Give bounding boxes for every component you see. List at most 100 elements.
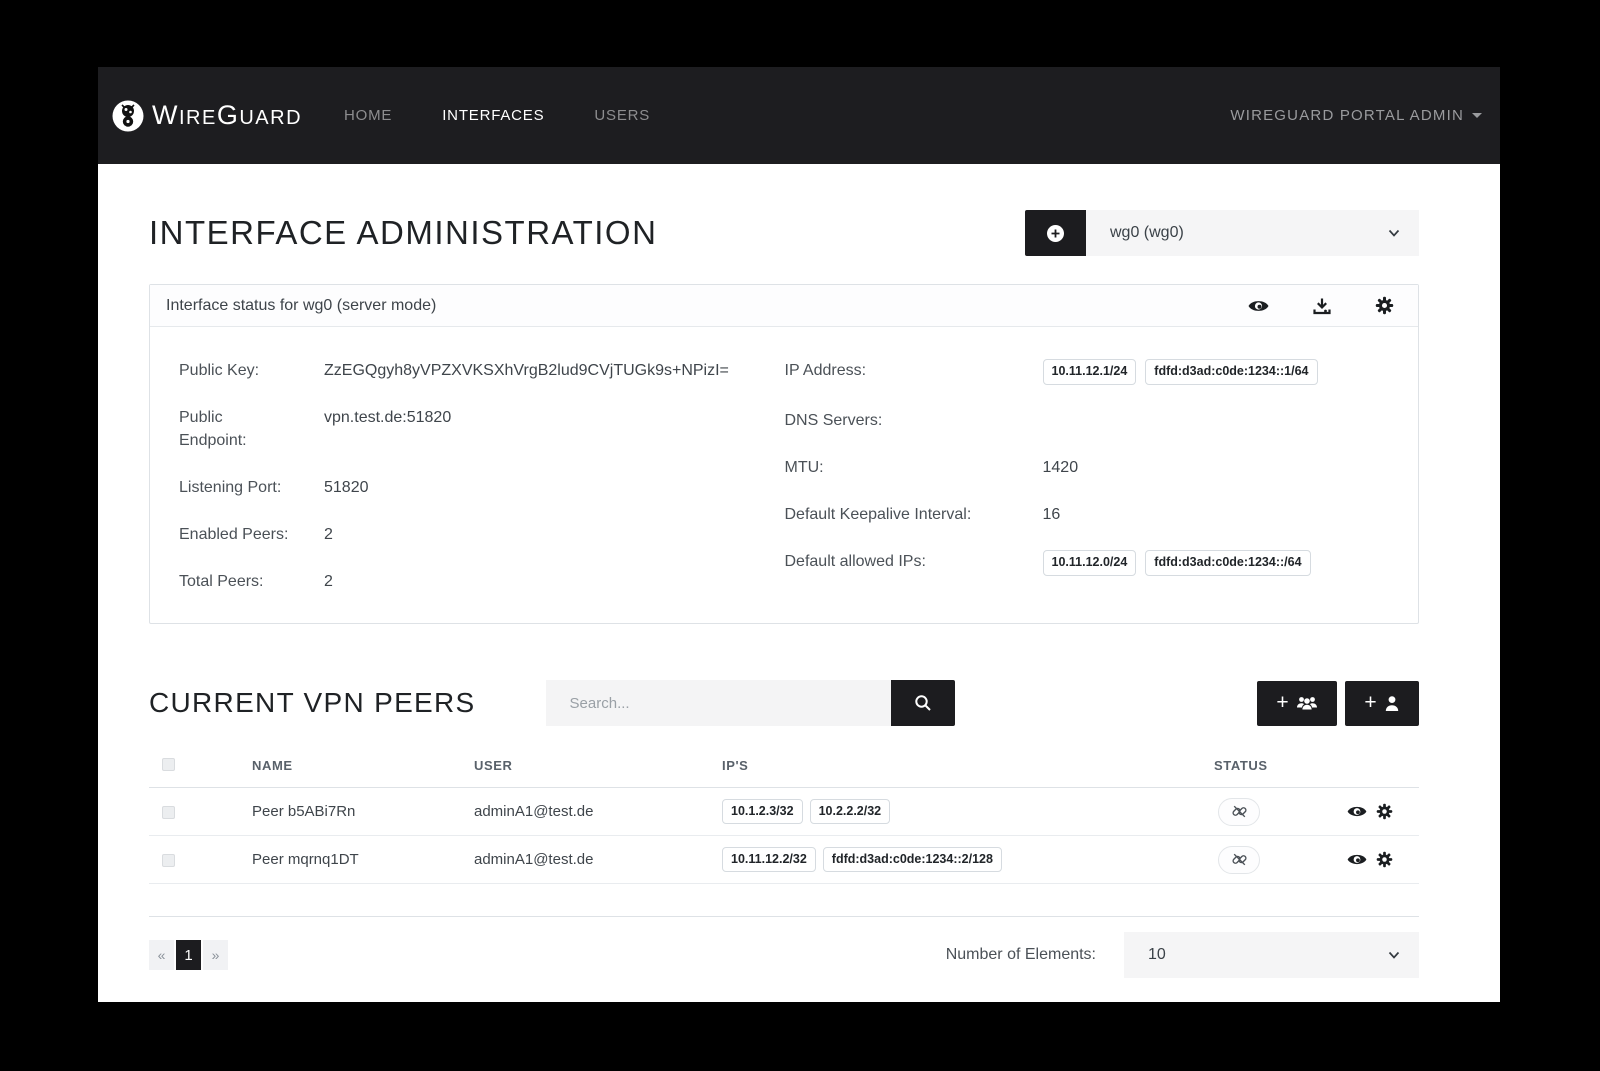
peer-user: adminA1@test.de [474, 803, 722, 820]
ip-badge: 10.2.2.2/32 [810, 799, 891, 825]
interface-field-row: IP Address: 10.11.12.1/24fdfd:d3ad:c0de:… [785, 359, 1391, 385]
eye-icon [1248, 298, 1269, 314]
eye-icon [1347, 852, 1367, 867]
table-controls: « 1 » Number of Elements: 10 [149, 932, 1419, 978]
link-slash-icon [1231, 803, 1248, 820]
brand-text: WIREGUARD [152, 100, 302, 131]
field-value: 2 [324, 570, 333, 593]
elements-count-select[interactable]: 10 [1124, 932, 1419, 978]
nav-item-users[interactable]: USERS [594, 107, 650, 124]
field-value: 10.11.12.1/24 fdfd:d3ad:c0de:1234::1/64 [1043, 359, 1318, 385]
add-interface-button[interactable] [1025, 210, 1086, 256]
row-checkbox[interactable] [162, 854, 175, 867]
col-header-user: USER [474, 758, 722, 773]
peers-header: CURRENT VPN PEERS + [149, 680, 1419, 726]
search-button[interactable] [891, 680, 955, 726]
plus-icon: + [1364, 692, 1376, 713]
brand[interactable]: WIREGUARD [112, 100, 302, 132]
interface-field-row: Enabled Peers: 2 [179, 523, 785, 546]
field-label: Enabled Peers: [179, 523, 324, 546]
ip-badge: fdfd:d3ad:c0de:1234::1/64 [1145, 359, 1317, 385]
table-row: Peer b5ABi7Rn adminA1@test.de 10.1.2.3/3… [149, 788, 1419, 836]
ip-badge: 10.11.12.1/24 [1043, 359, 1137, 385]
view-peer-button[interactable] [1347, 804, 1367, 819]
nav-item-home[interactable]: HOME [344, 107, 392, 124]
col-header-name: NAME [252, 758, 474, 773]
nav-links: HOME INTERFACES USERS [344, 107, 650, 124]
interface-field-row: Public Key: ZzEGQgyh8yVPZXVKSXhVrgB2lud9… [179, 359, 785, 382]
field-label: Total Peers: [179, 570, 324, 593]
pagination-page-1-button[interactable]: 1 [176, 940, 201, 970]
select-all-checkbox[interactable] [162, 758, 175, 771]
col-header-ips: IP'S [722, 758, 1214, 773]
interface-status-card: Interface status for wg0 (server mode) [149, 284, 1419, 624]
field-label: MTU: [785, 456, 1043, 479]
edit-peer-button[interactable] [1376, 803, 1393, 820]
peers-title: CURRENT VPN PEERS [149, 687, 476, 719]
interface-field-row: MTU: 1420 [785, 456, 1391, 479]
table-row: Peer mqrnq1DT adminA1@test.de 10.11.12.2… [149, 836, 1419, 884]
field-label: Public Endpoint: [179, 406, 324, 452]
field-label: Public Key: [179, 359, 324, 382]
pagination-prev-button[interactable]: « [149, 940, 174, 970]
interface-field-row: DNS Servers: [785, 409, 1391, 432]
app-window: WIREGUARD HOME INTERFACES USERS WIREGUAR… [98, 67, 1500, 1002]
interface-field-row: Default allowed IPs: 10.11.12.0/24 fdfd:d… [785, 550, 1391, 576]
show-config-button[interactable] [1248, 298, 1269, 314]
field-label: Default Keepalive Interval: [785, 503, 1043, 526]
elements-count-value: 10 [1148, 946, 1166, 964]
users-group-icon [1296, 695, 1318, 711]
interface-field-row: Listening Port: 51820 [179, 476, 785, 499]
download-config-button[interactable] [1313, 297, 1331, 315]
table-footer-spacer [149, 884, 1419, 917]
ip-badge: fdfd:d3ad:c0de:1234::/64 [1145, 550, 1310, 576]
view-peer-button[interactable] [1347, 852, 1367, 867]
interface-field-row: Default Keepalive Interval: 16 [785, 503, 1391, 526]
field-value: 10.11.12.0/24 fdfd:d3ad:c0de:1234::/64 [1043, 550, 1311, 576]
gear-icon [1376, 851, 1393, 868]
search-icon [914, 694, 932, 712]
field-label: Listening Port: [179, 476, 324, 499]
ip-badge: fdfd:d3ad:c0de:1234::2/128 [823, 847, 1002, 873]
search-input[interactable] [546, 680, 891, 726]
link-slash-icon [1231, 851, 1248, 868]
caret-down-icon [1472, 113, 1482, 118]
user-menu-dropdown[interactable]: WIREGUARD PORTAL ADMIN [1230, 107, 1482, 124]
chevron-down-icon [1387, 948, 1401, 962]
ip-badge: 10.11.12.0/24 [1043, 550, 1137, 576]
table-header-row: NAME USER IP'S STATUS [149, 756, 1419, 788]
ip-badge: 10.1.2.3/32 [722, 799, 803, 825]
plus-circle-icon [1046, 224, 1065, 243]
gear-icon [1375, 296, 1394, 315]
peer-status-badge [1218, 798, 1260, 826]
field-value: ZzEGQgyh8yVPZXVKSXhVrgB2lud9CVjTUGk9s+NP… [324, 359, 729, 382]
table-body: Peer b5ABi7Rn adminA1@test.de 10.1.2.3/3… [149, 788, 1419, 884]
pagination-next-button[interactable]: » [203, 940, 228, 970]
peer-name: Peer b5ABi7Rn [252, 803, 474, 820]
add-peer-button[interactable]: + [1345, 681, 1419, 726]
plus-icon: + [1276, 692, 1288, 713]
interface-settings-button[interactable] [1375, 296, 1394, 315]
peers-table: NAME USER IP'S STATUS Peer b5ABi7Rn admi… [149, 756, 1419, 917]
elements-count-label: Number of Elements: [946, 946, 1096, 964]
interface-field-row: Total Peers: 2 [179, 570, 785, 593]
eye-icon [1347, 804, 1367, 819]
interface-field-row: Public Endpoint: vpn.test.de:51820 [179, 406, 785, 452]
user-icon [1384, 695, 1400, 712]
peer-ips: 10.1.2.3/32 10.2.2.2/32 [722, 799, 1214, 825]
interface-select-value: wg0 (wg0) [1110, 224, 1184, 242]
field-value: vpn.test.de:51820 [324, 406, 451, 452]
interface-details-right: IP Address: 10.11.12.1/24fdfd:d3ad:c0de:… [785, 359, 1391, 593]
row-checkbox[interactable] [162, 806, 175, 819]
edit-peer-button[interactable] [1376, 851, 1393, 868]
interface-select[interactable]: wg0 (wg0) [1086, 210, 1419, 256]
pagination: « 1 » [149, 940, 228, 970]
field-label: Default allowed IPs: [785, 550, 1043, 576]
interface-admin-header: INTERFACE ADMINISTRATION wg0 (wg0) [149, 210, 1419, 256]
add-multiple-peers-button[interactable]: + [1257, 681, 1337, 726]
peer-user: adminA1@test.de [474, 851, 722, 868]
interface-details-left: Public Key: ZzEGQgyh8yVPZXVKSXhVrgB2lud9… [179, 359, 785, 593]
card-header-title: Interface status for wg0 (server mode) [166, 297, 436, 315]
ip-badge: 10.11.12.2/32 [722, 847, 816, 873]
nav-item-interfaces[interactable]: INTERFACES [442, 107, 544, 124]
